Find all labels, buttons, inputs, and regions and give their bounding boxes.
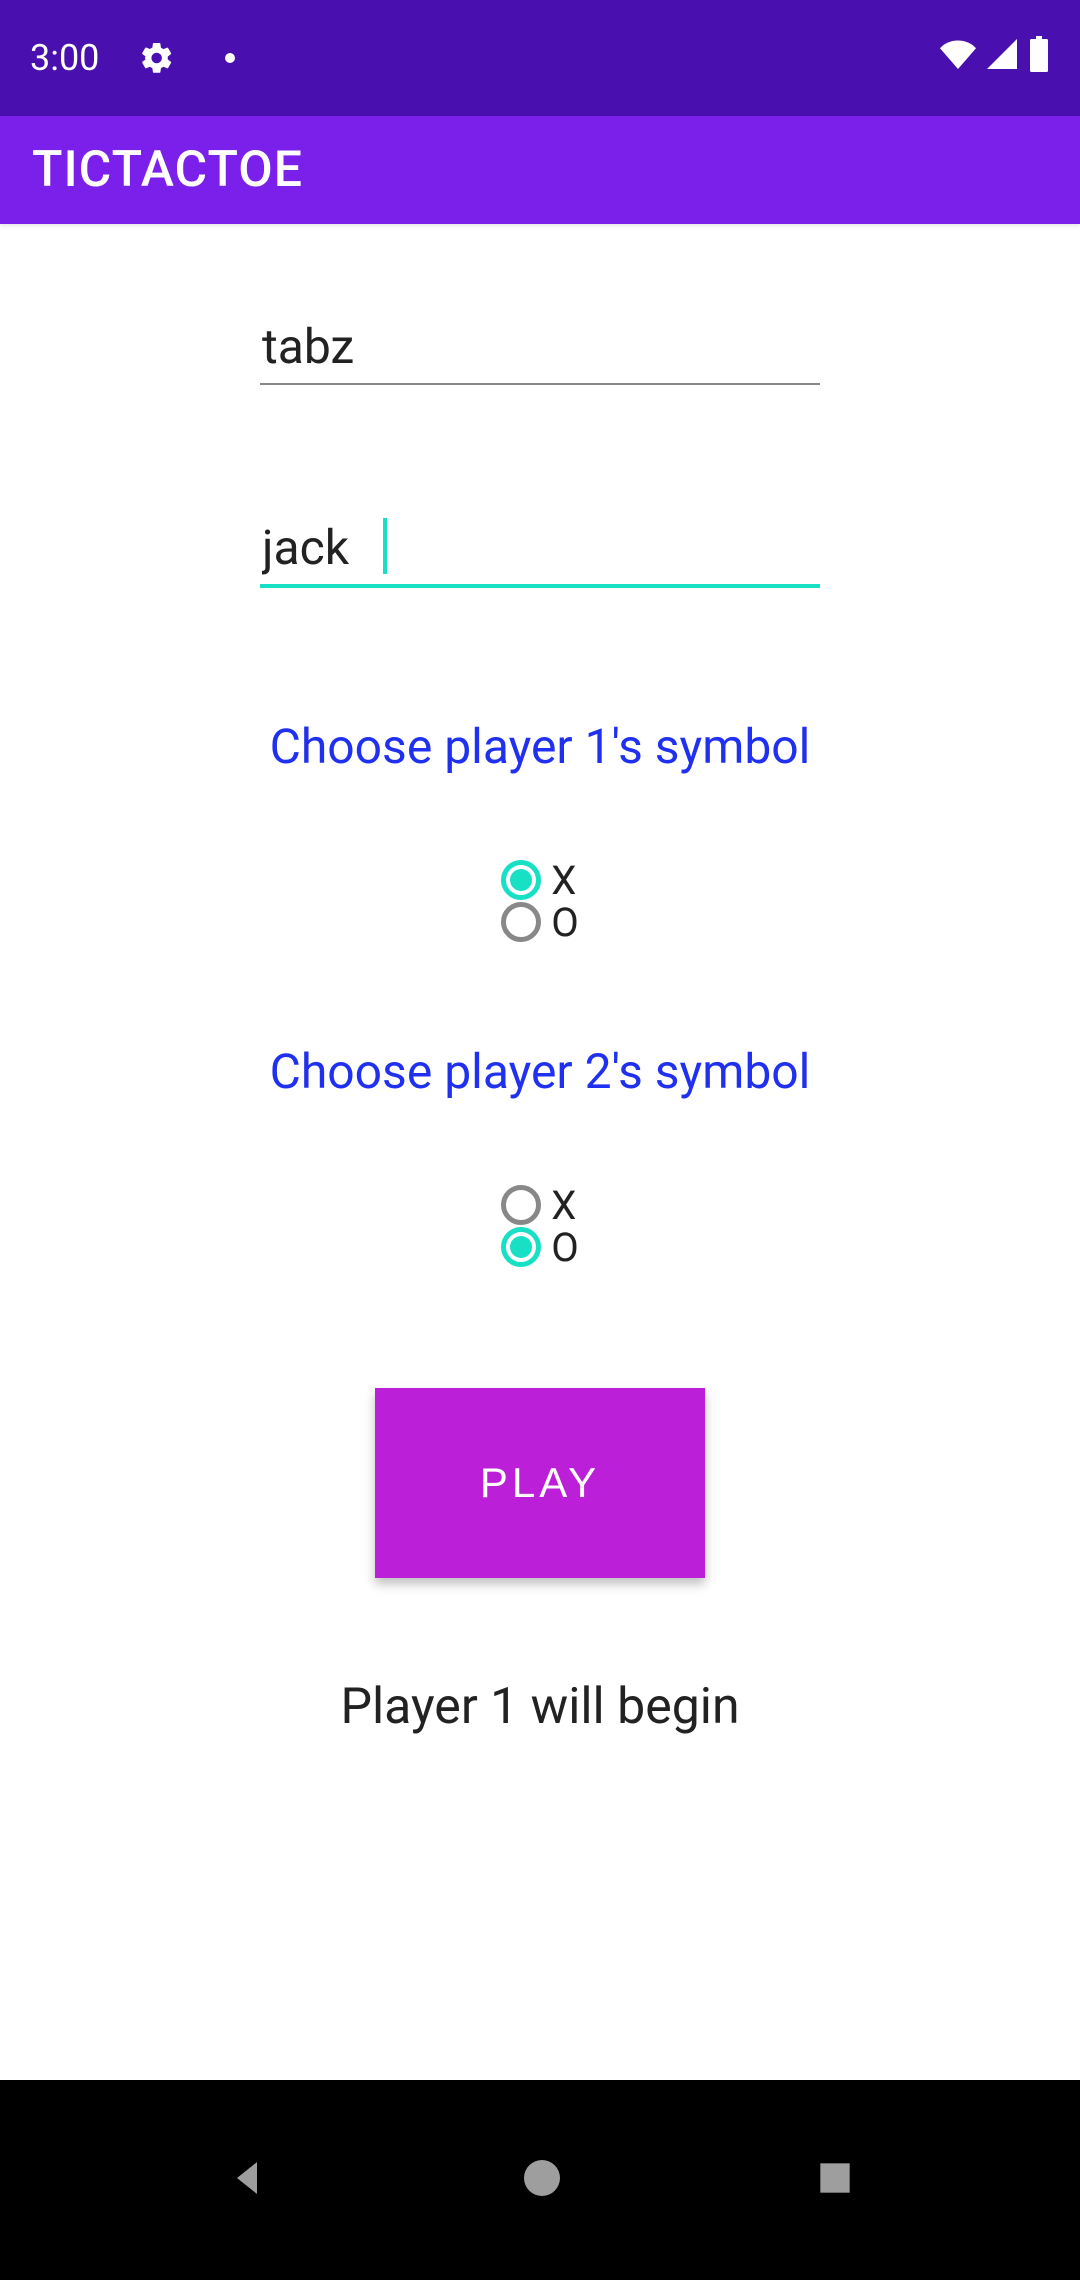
radio-label-x: X [551, 1182, 576, 1229]
player2-symbol-x-row[interactable]: X [501, 1184, 579, 1226]
text-cursor [383, 518, 387, 574]
radio-icon [501, 1185, 541, 1225]
status-bar: 3:00 [0, 0, 1080, 116]
player2-symbol-group: X O [501, 1184, 579, 1268]
game-status-text: Player 1 will begin [340, 1678, 739, 1736]
player2-symbol-o-row[interactable]: O [501, 1226, 579, 1268]
gear-icon [139, 40, 175, 76]
home-icon[interactable] [518, 2154, 566, 2206]
player2-name-field-wrap [260, 515, 820, 588]
back-icon[interactable] [223, 2154, 271, 2206]
dot-icon [225, 53, 235, 63]
status-right [940, 36, 1050, 81]
player1-symbol-group: X O [501, 859, 579, 943]
radio-label-o: O [551, 899, 579, 946]
player1-symbol-x-row[interactable]: X [501, 859, 579, 901]
battery-icon [1028, 36, 1050, 81]
player1-name-field-wrap [260, 314, 820, 385]
player2-name-input[interactable] [260, 515, 820, 588]
play-button[interactable]: PLAY [375, 1388, 705, 1578]
content-area: Choose player 1's symbol X O Choose play… [0, 224, 1080, 2080]
radio-icon [501, 860, 541, 900]
player2-symbol-label: Choose player 2's symbol [270, 1043, 811, 1100]
radio-icon [501, 902, 541, 942]
app-title: TICTACTOE [32, 141, 303, 199]
navigation-bar [0, 2080, 1080, 2280]
radio-label-o: O [551, 1224, 579, 1271]
status-left: 3:00 [30, 37, 235, 79]
player1-name-input[interactable] [260, 314, 820, 385]
player1-symbol-o-row[interactable]: O [501, 901, 579, 943]
status-time: 3:00 [30, 37, 99, 79]
radio-label-x: X [551, 857, 576, 904]
wifi-icon [940, 36, 976, 81]
app-bar: TICTACTOE [0, 116, 1080, 224]
player1-symbol-label: Choose player 1's symbol [270, 718, 811, 775]
signal-icon [984, 36, 1020, 81]
recent-apps-icon[interactable] [813, 2156, 857, 2204]
radio-icon [501, 1227, 541, 1267]
